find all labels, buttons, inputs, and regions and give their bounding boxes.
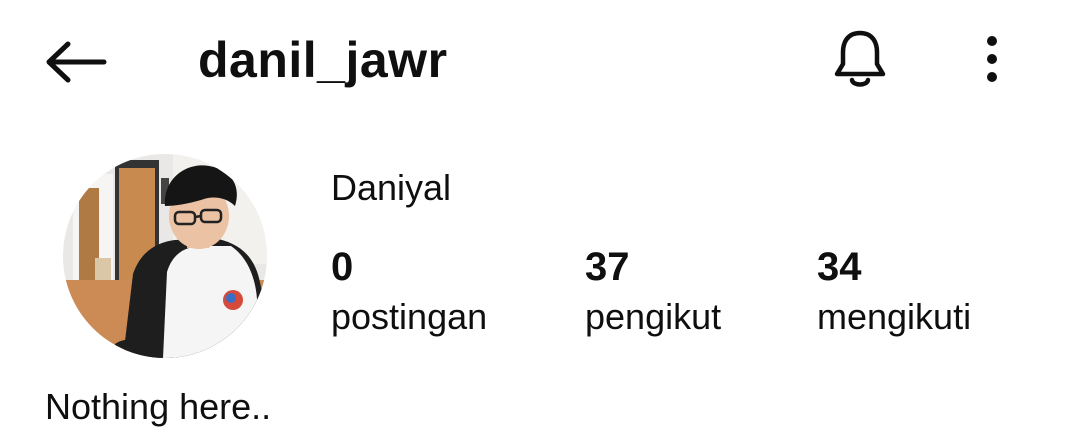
avatar[interactable] [63, 154, 267, 358]
more-vertical-icon [987, 36, 997, 82]
followers-count: 37 [585, 245, 630, 289]
notifications-button[interactable] [828, 26, 892, 92]
bell-icon [834, 30, 886, 87]
followers-label: pengikut [585, 296, 722, 337]
stat-following[interactable]: 34 mengikuti [817, 244, 971, 342]
posts-count: 0 [331, 245, 354, 289]
stat-posts[interactable]: 0 postingan [331, 244, 487, 342]
profile-username: danil_jawr [198, 32, 448, 88]
back-button[interactable] [40, 32, 112, 92]
posts-label: postingan [331, 296, 488, 337]
display-name: Daniyal [331, 167, 452, 208]
more-options-button[interactable] [970, 30, 1014, 88]
profile-page: danil_jawr Daniyal 0 postingan 37 pengik… [0, 0, 1080, 435]
stat-followers[interactable]: 37 pengikut [585, 244, 721, 342]
following-count: 34 [817, 245, 862, 289]
profile-bio: Nothing here.. [45, 386, 272, 427]
profile-photo [63, 154, 267, 358]
arrow-left-icon [46, 41, 107, 83]
following-label: mengikuti [817, 296, 972, 337]
